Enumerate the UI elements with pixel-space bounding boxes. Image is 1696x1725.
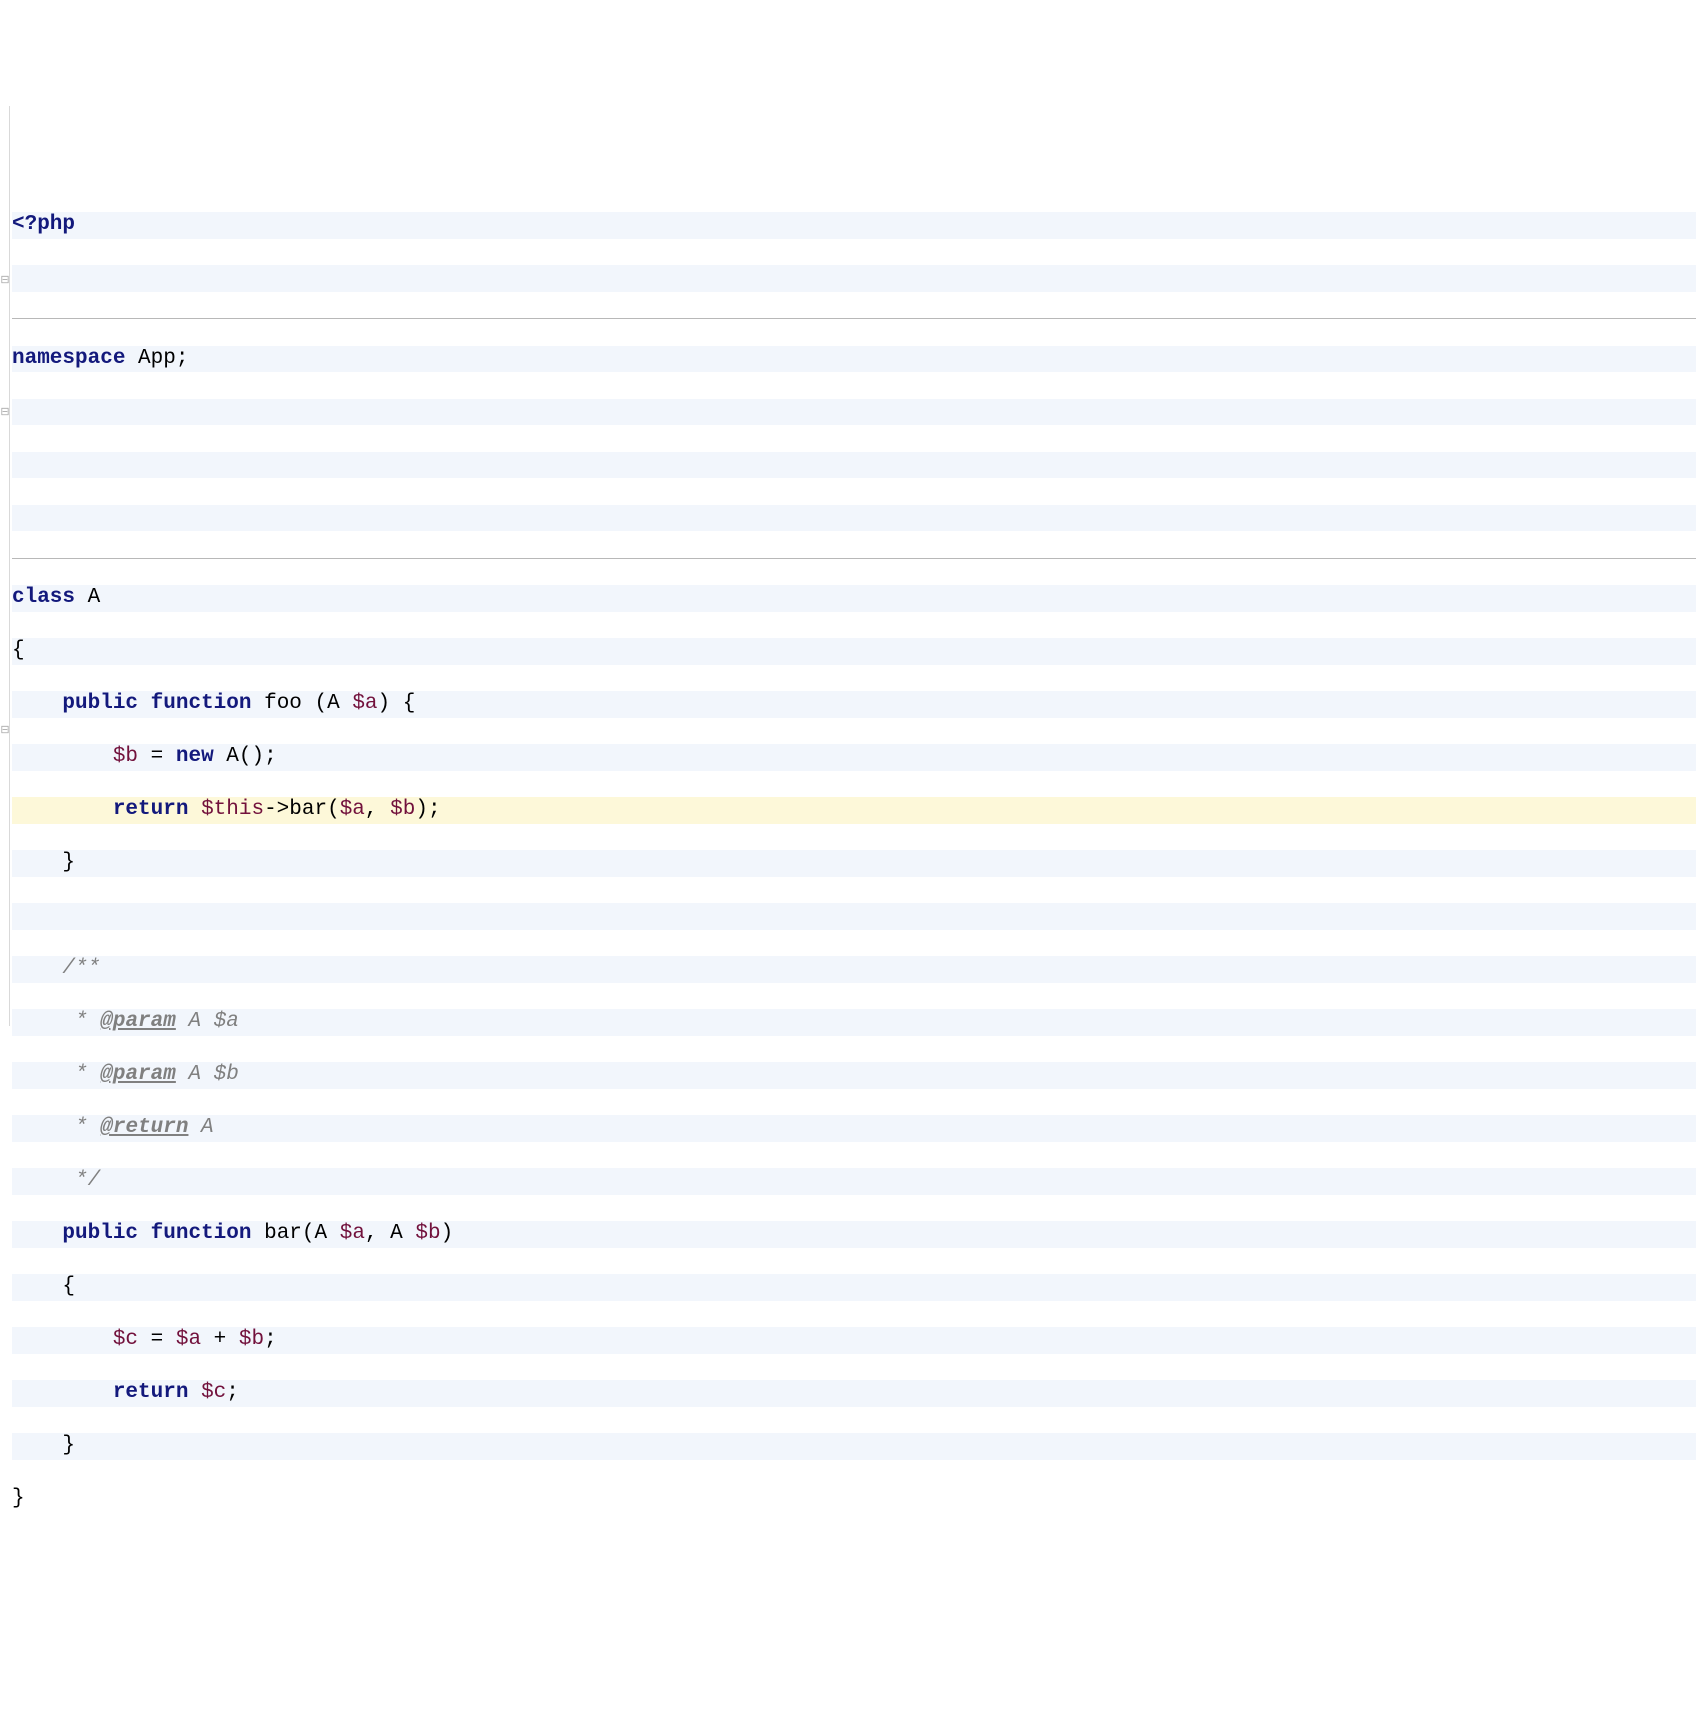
- keyword-function: function: [151, 1222, 252, 1245]
- code-line[interactable]: return $c;: [12, 1380, 1696, 1407]
- code-line[interactable]: {: [12, 638, 1696, 665]
- brace: }: [62, 851, 75, 874]
- editor-gutter: ⊟ ⊟ ⊟: [0, 106, 10, 1026]
- variable: $a: [352, 692, 377, 715]
- code-editor[interactable]: ⊟ ⊟ ⊟ <?php namespace App; class A { pub…: [0, 106, 1696, 1592]
- variable: $a: [340, 798, 365, 821]
- docblock-open: /**: [62, 957, 100, 980]
- keyword-public: public: [62, 692, 138, 715]
- keyword-public: public: [62, 1222, 138, 1245]
- code-line[interactable]: public function foo (A $a) {: [12, 691, 1696, 718]
- code-line-highlighted[interactable]: return $this->bar($a, $b);: [12, 797, 1696, 824]
- keyword-return: return: [113, 798, 189, 821]
- code-line[interactable]: [12, 452, 1696, 479]
- keyword-class: class: [12, 586, 75, 609]
- brace: {: [12, 639, 25, 662]
- function-name-foo: foo: [251, 692, 314, 715]
- variable: $a: [340, 1222, 365, 1245]
- code-line[interactable]: $b = new A();: [12, 744, 1696, 771]
- class-name: A: [75, 586, 100, 609]
- code-line[interactable]: public function bar(A $a, A $b): [12, 1221, 1696, 1248]
- keyword-namespace: namespace: [12, 347, 125, 370]
- code-line[interactable]: * @param A $b: [12, 1062, 1696, 1089]
- docblock-return: A: [188, 1116, 213, 1139]
- variable: $b: [390, 798, 415, 821]
- variable-this: $this: [201, 798, 264, 821]
- fold-marker-icon[interactable]: ⊟: [0, 406, 12, 420]
- brace: {: [62, 1275, 75, 1298]
- code-line[interactable]: <?php: [12, 212, 1696, 239]
- fold-marker-icon[interactable]: ⊟: [0, 274, 12, 288]
- brace: }: [62, 1434, 75, 1457]
- code-line[interactable]: */: [12, 1168, 1696, 1195]
- code-line[interactable]: class A: [12, 585, 1696, 612]
- variable: $c: [201, 1381, 226, 1404]
- code-line[interactable]: [12, 265, 1696, 292]
- docblock-param: A $b: [176, 1063, 239, 1086]
- code-line[interactable]: [12, 505, 1696, 532]
- fold-marker-icon[interactable]: ⊟: [0, 724, 12, 738]
- code-line[interactable]: * @param A $a: [12, 1009, 1696, 1036]
- code-line[interactable]: $c = $a + $b;: [12, 1327, 1696, 1354]
- namespace-name: App;: [125, 347, 188, 370]
- separator-line: [12, 558, 1696, 559]
- code-content[interactable]: <?php namespace App; class A { public fu…: [0, 186, 1696, 1566]
- keyword-return: return: [113, 1381, 189, 1404]
- code-line[interactable]: namespace App;: [12, 346, 1696, 373]
- variable: $c: [113, 1328, 138, 1351]
- variable: $b: [239, 1328, 264, 1351]
- keyword-new: new: [176, 745, 214, 768]
- code-line[interactable]: * @return A: [12, 1115, 1696, 1142]
- code-line[interactable]: [12, 903, 1696, 930]
- variable: $b: [113, 745, 138, 768]
- code-line[interactable]: }: [12, 1433, 1696, 1460]
- docblock-param-tag: @param: [100, 1063, 176, 1086]
- docblock-return-tag: @return: [100, 1116, 188, 1139]
- code-line[interactable]: /**: [12, 956, 1696, 983]
- separator-line: [12, 318, 1696, 319]
- brace: }: [12, 1487, 25, 1510]
- code-line[interactable]: {: [12, 1274, 1696, 1301]
- keyword-function: function: [151, 692, 252, 715]
- function-name-bar: bar: [251, 1222, 301, 1245]
- code-line[interactable]: }: [12, 850, 1696, 877]
- docblock-param: A $a: [176, 1010, 239, 1033]
- docblock-close: */: [75, 1169, 100, 1192]
- variable: $a: [176, 1328, 201, 1351]
- code-line[interactable]: }: [12, 1486, 1696, 1513]
- code-line[interactable]: [12, 399, 1696, 426]
- docblock-param-tag: @param: [100, 1010, 176, 1033]
- variable: $b: [415, 1222, 440, 1245]
